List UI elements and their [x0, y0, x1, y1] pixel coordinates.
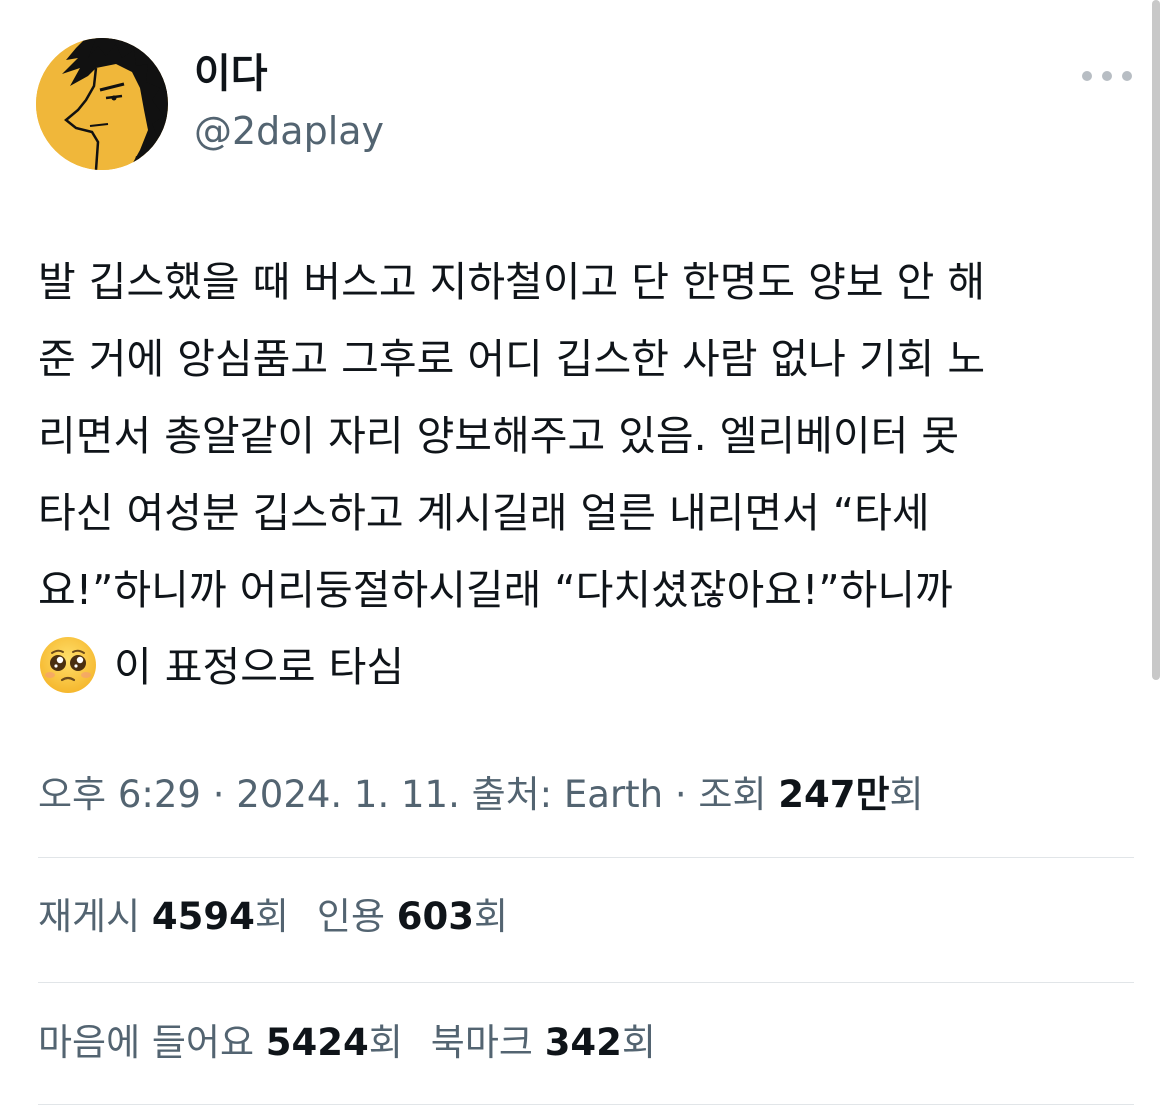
meta-separator: · [663, 773, 699, 816]
author-handle[interactable]: @2daplay [194, 108, 384, 154]
tweet-text-line: 타신 여성분 깁스하고 계시길래 얼른 내리면서 “타세 [38, 489, 930, 537]
tweet-source: 출처: Earth [471, 773, 664, 816]
stats-row-likes: 마음에 들어요 5424회 북마크 342회 [38, 1016, 656, 1070]
retweets-suffix: 회 [254, 895, 289, 938]
tweet-text-line: 발 깁스했을 때 버스고 지하철이고 단 한명도 양보 안 해 [38, 258, 986, 306]
quotes-suffix: 회 [474, 895, 509, 938]
views-suffix: 회 [889, 773, 924, 816]
views-label: 조회 [698, 773, 779, 816]
tweet-text-line: 리면서 총알같이 자리 양보해주고 있음. 엘리베이터 못 [38, 412, 960, 460]
tweet-time[interactable]: 오후 6:29 [38, 773, 201, 816]
stats-row-reposts: 재게시 4594회 인용 603회 [38, 890, 508, 944]
views-count: 247만 [778, 773, 890, 816]
meta-separator: · [200, 773, 237, 816]
likes-count: 5424 [265, 1021, 369, 1064]
dot [1122, 71, 1132, 81]
author-display-name[interactable]: 이다 [194, 50, 268, 98]
scrollbar[interactable] [1152, 0, 1160, 680]
tweet-text-line: 요!”하니까 어리둥절하시길래 “다치셨잖아요!”하니까 [38, 566, 953, 614]
tweet-text: 발 깁스했을 때 버스고 지하철이고 단 한명도 양보 안 해 준 거에 앙심품… [38, 244, 1146, 706]
retweets-label: 재게시 [38, 895, 152, 938]
likes-stat[interactable]: 마음에 들어요 5424회 [38, 1016, 403, 1070]
avatar-illustration [36, 38, 168, 170]
dot [1102, 71, 1112, 81]
avatar[interactable] [36, 38, 168, 170]
tweet-date[interactable]: 2024. 1. 11. [236, 773, 460, 816]
quotes-count: 603 [396, 895, 474, 938]
divider [38, 982, 1134, 983]
quotes-label: 인용 [316, 895, 397, 938]
more-options-icon[interactable] [1082, 58, 1132, 94]
bookmarks-stat[interactable]: 북마크 342회 [431, 1016, 656, 1070]
likes-label: 마음에 들어요 [38, 1021, 266, 1064]
quotes-stat[interactable]: 인용 603회 [317, 890, 508, 944]
bookmarks-suffix: 회 [621, 1021, 656, 1064]
retweets-count: 4594 [151, 895, 255, 938]
dot [1082, 71, 1092, 81]
likes-suffix: 회 [368, 1021, 403, 1064]
tweet-text-line: 준 거에 앙심품고 그후로 어디 깁스한 사람 없나 기회 노 [38, 335, 986, 383]
tweet-text-line-last: 이 표정으로 타심 [38, 629, 1146, 706]
tweet-meta: 오후 6:29 · 2024. 1. 11. 출처: Earth · 조회 24… [38, 768, 924, 822]
bookmarks-label: 북마크 [430, 1021, 545, 1064]
pleading-face-icon [40, 637, 96, 693]
bookmarks-count: 342 [544, 1021, 622, 1064]
tweet-text-last: 이 표정으로 타심 [114, 643, 405, 691]
divider [38, 1104, 1134, 1105]
divider [38, 857, 1134, 858]
retweets-stat[interactable]: 재게시 4594회 [38, 890, 289, 944]
